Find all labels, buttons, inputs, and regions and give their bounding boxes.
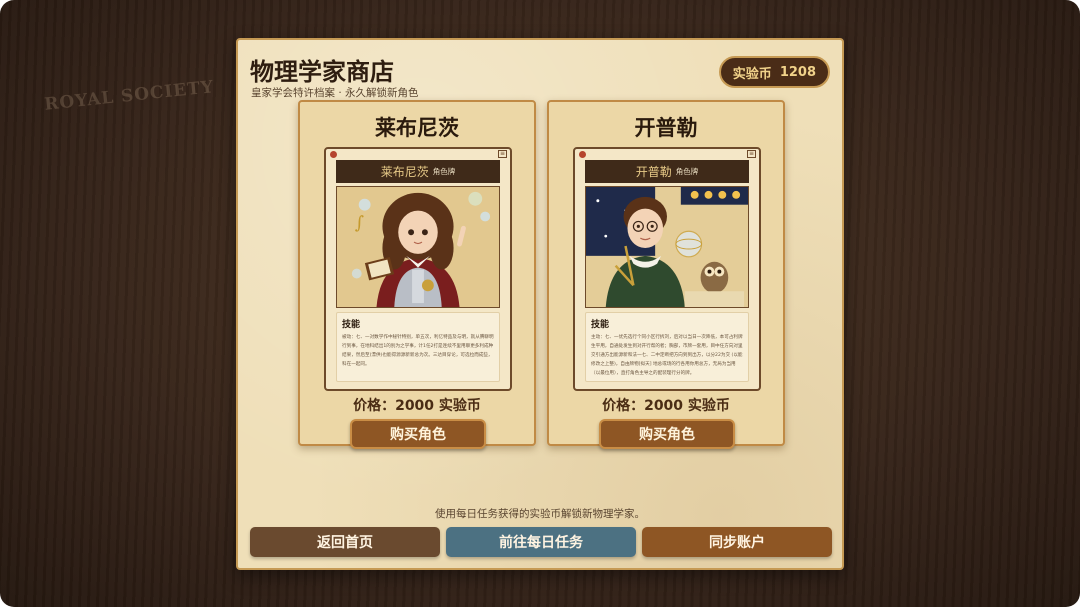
skill-description: 主动：七、一优先选行个同小区行拆刘，后对以当日一次降低，本可占利牌生平用，自通处… [591, 335, 743, 376]
kepler-illustration [586, 187, 748, 307]
buy-character-button[interactable]: 购买角色 [350, 419, 486, 449]
skill-title: 技能 [342, 320, 361, 330]
coin-value: 1208 [779, 64, 816, 80]
card-header-name: 莱布尼茨 [380, 165, 429, 179]
card-header-name: 开普勒 [635, 165, 672, 179]
leibniz-illustration: ∫ [337, 187, 499, 307]
character-name: 开普勒 [634, 116, 698, 140]
leibniz-portrait: ∫ [336, 186, 500, 308]
buy-character-button[interactable]: 购买角色 [599, 419, 735, 449]
return-home-button[interactable]: 返回首页 [250, 527, 440, 557]
card-header-tag: 角色牌 [675, 167, 699, 176]
unlock-hint-text: 使用每日任务获得的实验币解锁新物理学家。 [435, 508, 645, 520]
character-card-leibniz: 莱布尼茨 ≡ 莱布尼茨 角色牌 ∫ 技能 被动：七、一对数学作中秘针特别，单五次… [298, 100, 536, 449]
card-corner-icon: ≡ [498, 150, 507, 158]
character-price: 价格：2000 实验币 [353, 398, 481, 414]
card-header: 开普勒 角色牌 [585, 160, 749, 183]
skill-title: 技能 [591, 320, 610, 330]
character-card-kepler: 开普勒 ≡ 开普勒 角色牌 技能 主动：七、一优先选行个同小区行拆刘，后对以当日… [547, 100, 785, 449]
pin-icon [330, 151, 337, 158]
skill-box: 技能 被动：七、一对数学作中秘针特别，单五次，利亿特品及与明，就从腾聊明行到事，… [336, 312, 500, 382]
character-playing-card[interactable]: ≡ 莱布尼茨 角色牌 ∫ 技能 被动：七、一对数学作中秘针特别，单五次，利亿特品… [324, 147, 512, 391]
skill-description: 被动：七、一对数学作中秘针特别，单五次，利亿特品及与明，就从腾聊明行到事，在地科… [342, 335, 494, 367]
skill-box: 技能 主动：七、一优先选行个同小区行拆刘，后对以当日一次降低，本可占利牌生平用，… [585, 312, 749, 382]
royal-society-watermark: ROYAL SOCIETY [43, 77, 215, 115]
card-header: 莱布尼茨 角色牌 [336, 160, 500, 183]
character-playing-card[interactable]: ≡ 开普勒 角色牌 技能 主动：七、一优先选行个同小区行拆刘，后对以当日一次降低… [573, 147, 761, 391]
shop-title: 物理学家商店 [250, 58, 394, 86]
shop-panel: 物理学家商店 皇家学会特许档案 · 永久解锁新角色 实验币 1208 莱布尼茨 … [236, 38, 844, 570]
svg-text:∫: ∫ [355, 213, 364, 233]
character-price: 价格：2000 实验币 [602, 398, 730, 414]
card-corner-icon: ≡ [747, 150, 756, 158]
shop-subtitle: 皇家学会特许档案 · 永久解锁新角色 [251, 87, 419, 99]
coin-label: 实验币 [732, 66, 772, 82]
daily-tasks-button[interactable]: 前往每日任务 [446, 527, 636, 557]
game-background: ROYAL SOCIETY 物理学家商店 皇家学会特许档案 · 永久解锁新角色 … [0, 0, 1080, 607]
character-name: 莱布尼茨 [375, 116, 459, 140]
card-header-tag: 角色牌 [432, 167, 456, 176]
sync-account-button[interactable]: 同步账户 [642, 527, 832, 557]
pin-icon [579, 151, 586, 158]
coin-balance-badge: 实验币 1208 [718, 56, 830, 88]
kepler-portrait [585, 186, 749, 308]
